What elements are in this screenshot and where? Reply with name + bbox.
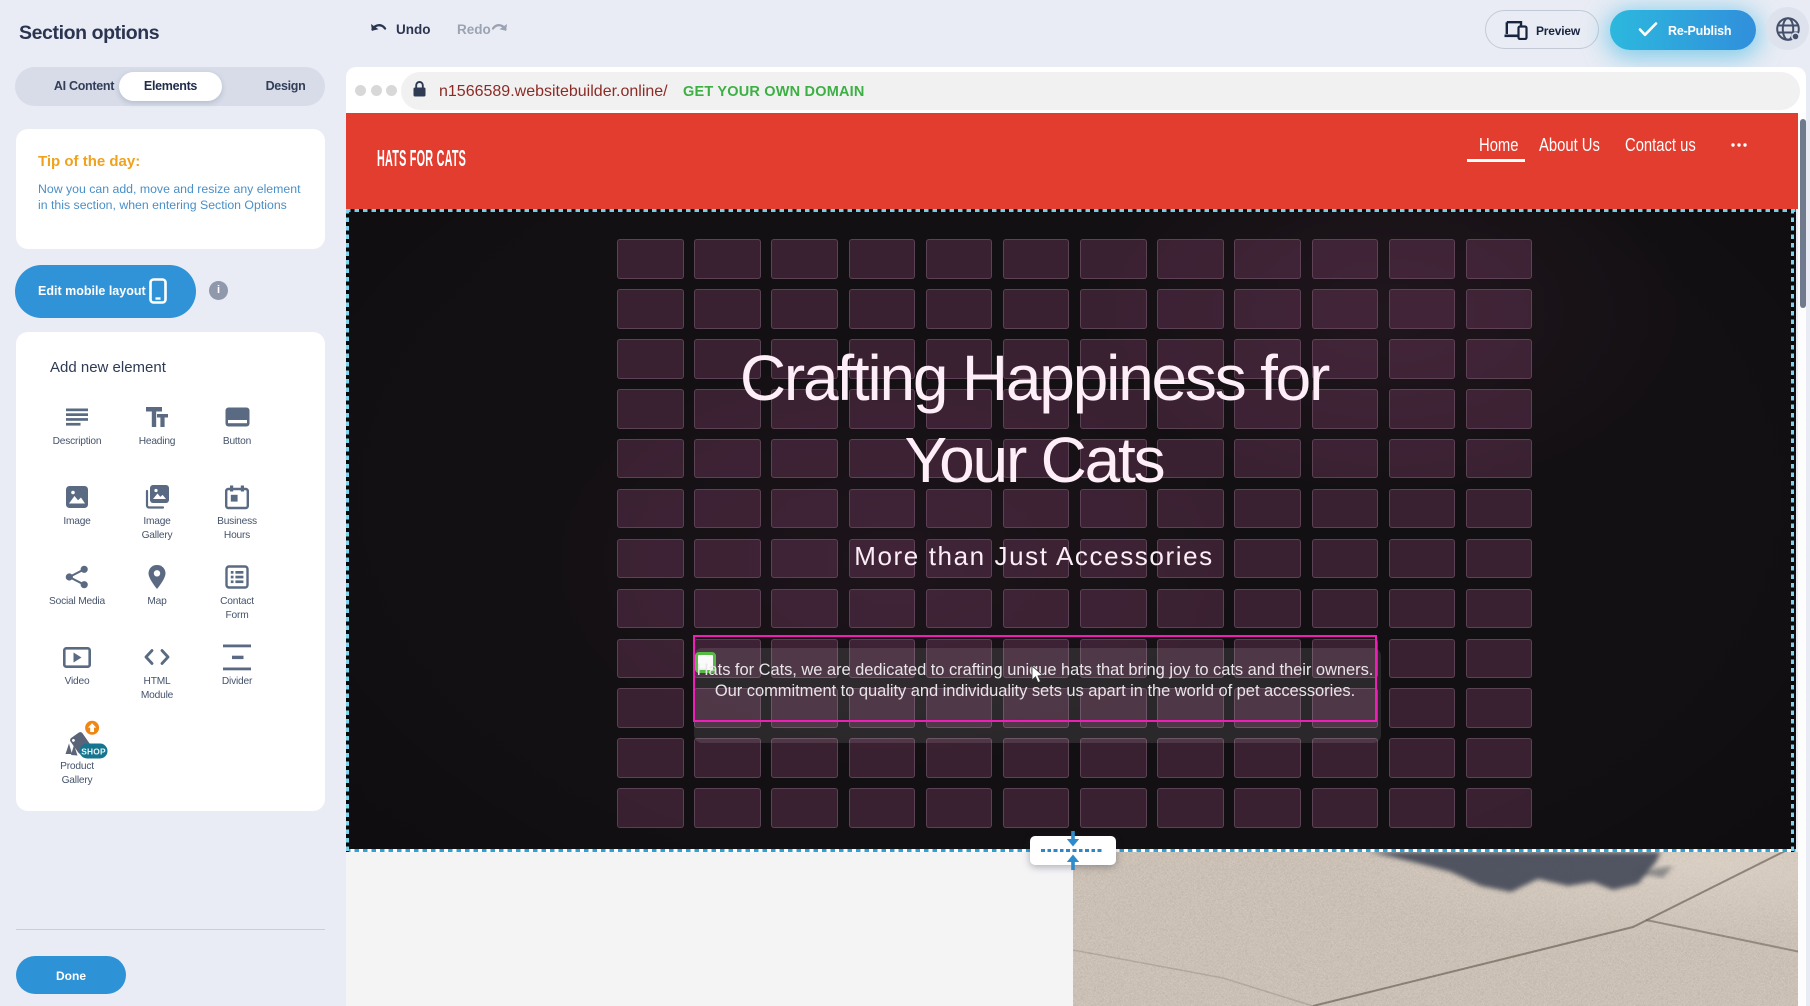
svg-text:SHOP: SHOP <box>81 746 106 756</box>
